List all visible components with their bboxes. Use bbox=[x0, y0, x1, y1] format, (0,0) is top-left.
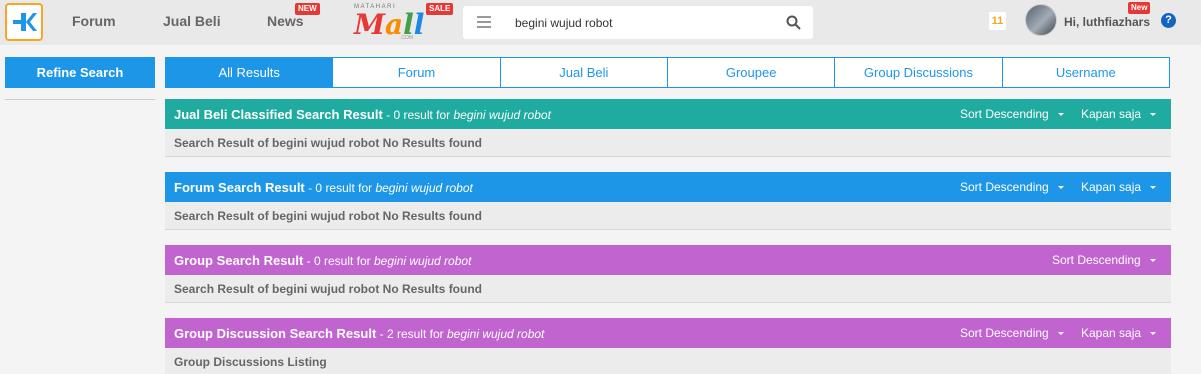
section-header: Group Discussion Search Result - 2 resul… bbox=[165, 318, 1171, 348]
tab-group-discussions[interactable]: Group Discussions bbox=[834, 57, 1003, 88]
section-title: Forum Search Result - 0 result for begin… bbox=[174, 180, 473, 195]
search-query: begini wujud robot bbox=[446, 327, 545, 341]
section-title: Group Discussion Search Result - 2 resul… bbox=[174, 326, 544, 341]
section-body: Group Discussions Listing bbox=[165, 348, 1171, 374]
refine-search-button[interactable]: Refine Search bbox=[5, 57, 155, 88]
time-filter-label: Kapan saja bbox=[1081, 107, 1142, 121]
search-icon[interactable] bbox=[786, 15, 801, 30]
sort-label: Sort Descending bbox=[1052, 253, 1141, 267]
kaskus-logo[interactable] bbox=[5, 3, 43, 41]
time-filter-label: Kapan saja bbox=[1081, 180, 1142, 194]
kaskus-k-icon bbox=[13, 13, 37, 31]
tab-all-results[interactable]: All Results bbox=[165, 57, 334, 88]
sort-descending-dropdown[interactable]: Sort Descending bbox=[960, 180, 1064, 194]
sort-label: Sort Descending bbox=[960, 180, 1049, 194]
nav-forum[interactable]: Forum bbox=[72, 13, 116, 29]
sort-label: Sort Descending bbox=[960, 107, 1049, 121]
chevron-down-icon bbox=[1149, 259, 1156, 263]
group-results-section: Group Search Result - 0 result for begin… bbox=[165, 245, 1171, 303]
tab-jual-beli[interactable]: Jual Beli bbox=[499, 57, 668, 88]
section-body: Search Result of begini wujud robot No R… bbox=[165, 129, 1171, 157]
result-count: - 0 result for bbox=[304, 181, 376, 195]
mall-letter: l bbox=[413, 8, 425, 41]
time-filter-dropdown[interactable]: Kapan saja bbox=[1081, 326, 1157, 340]
section-header: Group Search Result - 0 result for begin… bbox=[165, 245, 1171, 275]
sort-descending-dropdown[interactable]: Sort Descending bbox=[960, 107, 1064, 121]
search-query: begini wujud robot bbox=[374, 254, 472, 268]
result-count: - 2 result for bbox=[376, 327, 447, 341]
result-count: - 0 result for bbox=[303, 254, 374, 268]
user-new-badge: New bbox=[1128, 2, 1151, 14]
result-tabs: All Results Forum Jual Beli Groupee Grou… bbox=[165, 57, 1170, 88]
section-title: Jual Beli Classified Search Result - 0 r… bbox=[174, 107, 551, 122]
group-discussion-results-section: Group Discussion Search Result - 2 resul… bbox=[165, 318, 1171, 374]
user-greeting[interactable]: Hi, luthfiazhars bbox=[1064, 15, 1150, 29]
tab-username[interactable]: Username bbox=[1001, 57, 1170, 88]
mall-sale-badge: SALE bbox=[426, 3, 454, 15]
news-new-badge: NEW bbox=[295, 3, 320, 15]
help-icon[interactable]: ? bbox=[1161, 13, 1176, 28]
search-query: begini wujud robot bbox=[375, 181, 473, 195]
sort-label: Sort Descending bbox=[960, 326, 1049, 340]
matahari-mall-logo[interactable]: MATAHARI Mall .COM bbox=[352, 2, 424, 42]
section-body: Search Result of begini wujud robot No R… bbox=[165, 275, 1171, 303]
forum-results-section: Forum Search Result - 0 result for begin… bbox=[165, 172, 1171, 230]
jual-beli-results-section: Jual Beli Classified Search Result - 0 r… bbox=[165, 99, 1171, 157]
chevron-down-icon bbox=[1150, 113, 1157, 117]
section-header: Forum Search Result - 0 result for begin… bbox=[165, 172, 1171, 202]
search-box bbox=[463, 6, 813, 39]
chevron-down-icon bbox=[1057, 332, 1064, 336]
chevron-down-icon bbox=[1057, 186, 1064, 190]
section-body: Search Result of begini wujud robot No R… bbox=[165, 202, 1171, 230]
mall-logo-word: Mall bbox=[354, 8, 424, 41]
tab-forum[interactable]: Forum bbox=[332, 57, 501, 88]
hamburger-menu-icon[interactable] bbox=[477, 16, 491, 28]
time-filter-label: Kapan saja bbox=[1081, 326, 1142, 340]
section-title-text: Jual Beli Classified Search Result bbox=[174, 107, 383, 122]
mall-logo-com-text: .COM bbox=[400, 35, 414, 41]
section-title-text: Forum Search Result bbox=[174, 180, 305, 195]
sort-descending-dropdown[interactable]: Sort Descending bbox=[960, 326, 1064, 340]
section-title: Group Search Result - 0 result for begin… bbox=[174, 253, 471, 268]
search-query: begini wujud robot bbox=[453, 108, 551, 122]
avatar[interactable] bbox=[1025, 4, 1057, 36]
nav-news[interactable]: News bbox=[267, 13, 304, 29]
time-filter-dropdown[interactable]: Kapan saja bbox=[1081, 180, 1157, 194]
section-header: Jual Beli Classified Search Result - 0 r… bbox=[165, 99, 1171, 129]
sidebar-divider bbox=[5, 99, 155, 100]
tab-groupee[interactable]: Groupee bbox=[666, 57, 836, 88]
time-filter-dropdown[interactable]: Kapan saja bbox=[1081, 107, 1157, 121]
chevron-down-icon bbox=[1150, 186, 1157, 190]
mall-letter: M bbox=[354, 8, 385, 41]
section-title-text: Group Search Result bbox=[174, 253, 304, 268]
chevron-down-icon bbox=[1057, 113, 1064, 117]
search-input[interactable] bbox=[515, 12, 775, 34]
result-count: - 0 result for bbox=[382, 108, 454, 122]
top-navigation-bar: Forum Jual Beli News NEW MATAHARI Mall .… bbox=[0, 0, 1201, 45]
chevron-down-icon bbox=[1150, 332, 1157, 336]
notification-count[interactable]: 11 bbox=[989, 12, 1006, 30]
section-title-text: Group Discussion Search Result bbox=[174, 326, 377, 341]
sort-descending-dropdown[interactable]: Sort Descending bbox=[1052, 253, 1156, 267]
nav-jual-beli[interactable]: Jual Beli bbox=[163, 13, 221, 29]
